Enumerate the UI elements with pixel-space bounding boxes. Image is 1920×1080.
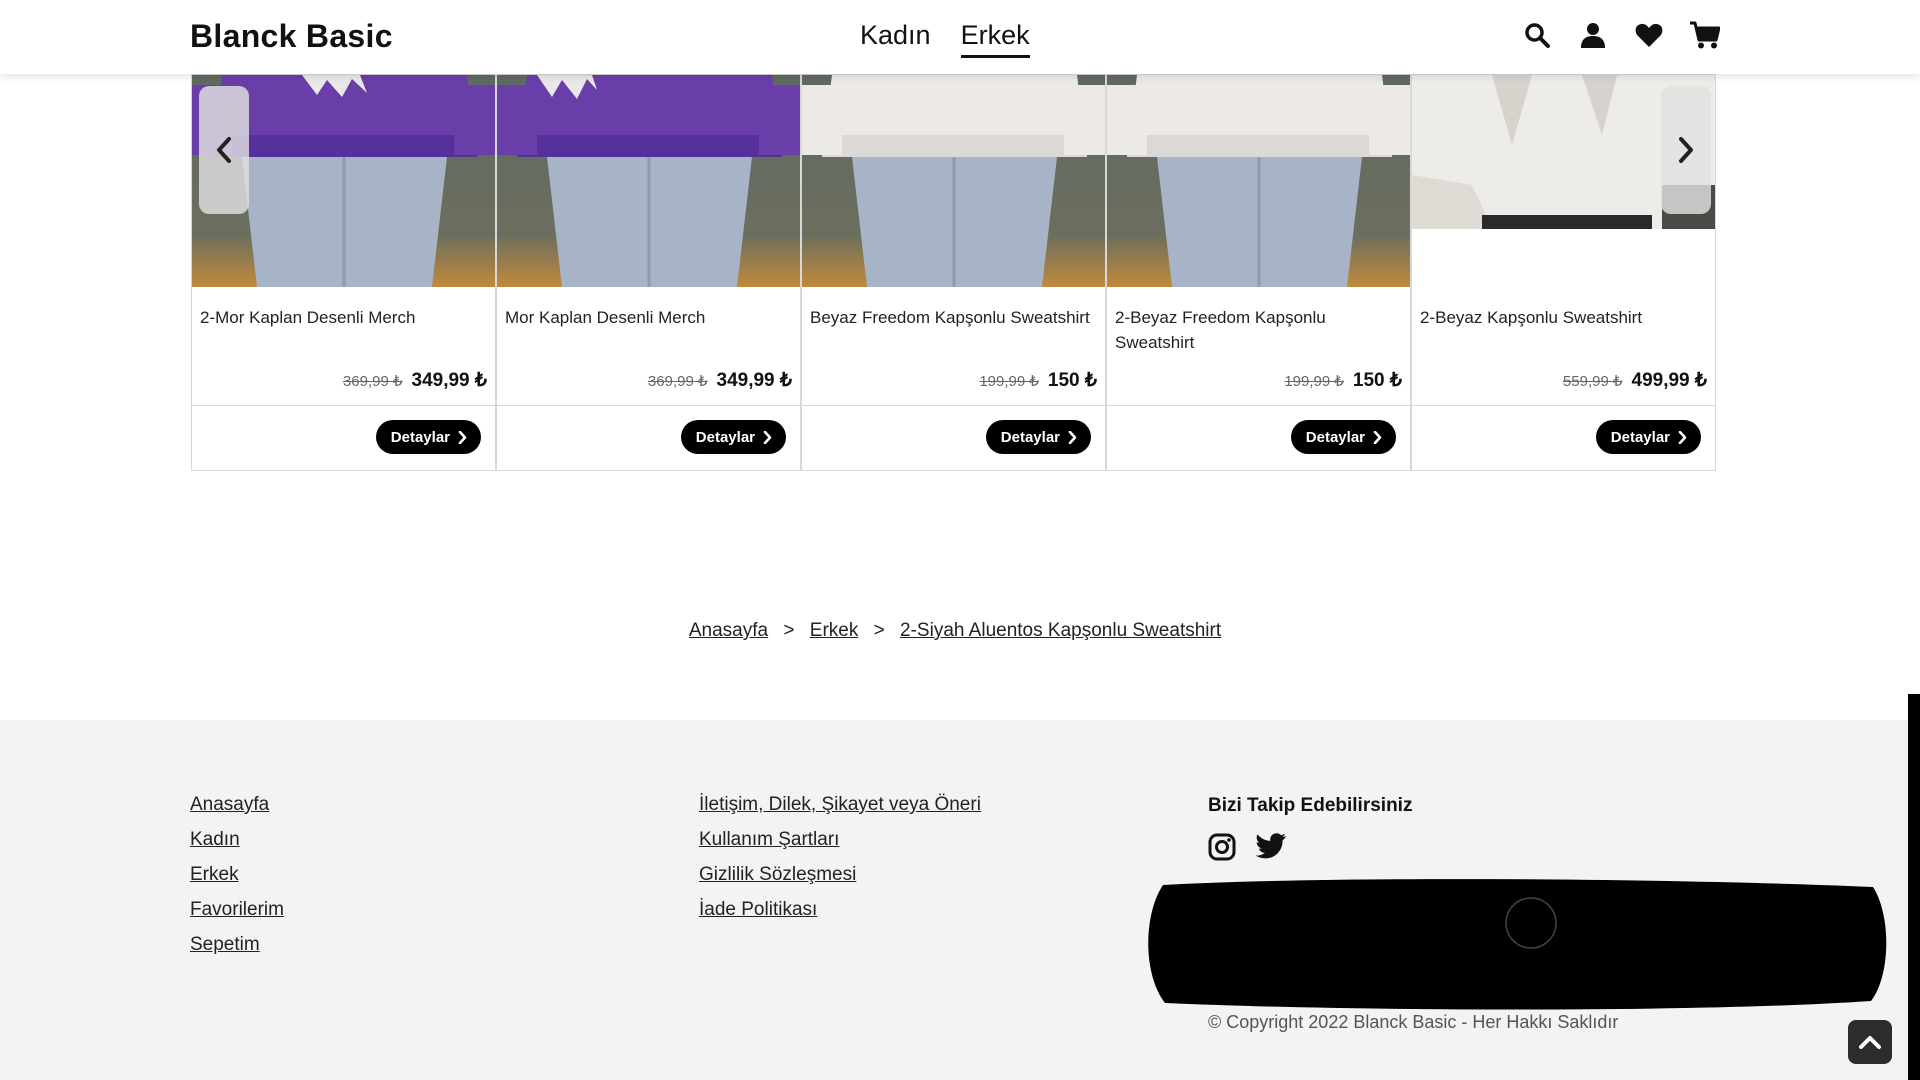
product-image[interactable]	[802, 75, 1105, 287]
chevron-right-icon	[1068, 430, 1077, 444]
footer-link-erkek[interactable]: Erkek	[190, 862, 284, 887]
header-icons	[1522, 20, 1720, 50]
cart-icon[interactable]	[1690, 20, 1720, 50]
product-card[interactable]: Mor Kaplan Desenli Merch 369,99 ₺ 349,99…	[496, 74, 801, 471]
breadcrumb: Anasayfa > Erkek > 2-Siyah Aluentos Kapş…	[0, 620, 1910, 642]
chevron-right-icon	[1678, 430, 1687, 444]
divider	[497, 405, 800, 406]
chevron-right-icon	[763, 430, 772, 444]
twitter-icon[interactable]	[1256, 833, 1286, 863]
breadcrumb-current[interactable]: 2-Siyah Aluentos Kapşonlu Sweatshirt	[900, 620, 1221, 641]
main-nav: Kadın Erkek	[860, 20, 1030, 58]
divider	[1107, 405, 1410, 406]
carousel-next-button[interactable]	[1661, 86, 1711, 214]
product-prices: 369,99 ₺ 349,99 ₺	[343, 369, 487, 392]
product-prices: 559,99 ₺ 499,99 ₺	[1563, 369, 1707, 392]
product-image[interactable]	[497, 75, 800, 287]
details-button[interactable]: Detaylar	[375, 420, 481, 454]
instagram-icon[interactable]	[1208, 833, 1238, 863]
old-price: 369,99 ₺	[342, 373, 403, 390]
copyright-text: © Copyright 2022 Blanck Basic - Her Hakk…	[1208, 1012, 1619, 1032]
breadcrumb-separator: >	[783, 620, 795, 641]
heart-icon[interactable]	[1634, 20, 1664, 50]
product-image[interactable]	[1107, 75, 1410, 287]
breadcrumb-category[interactable]: Erkek	[810, 620, 859, 641]
follow-title: Bizi Takip Edebilirsiniz	[1208, 795, 1413, 816]
footer-link-returns[interactable]: İade Politikası	[699, 897, 981, 922]
price: 150 ₺	[1047, 370, 1097, 391]
price: 499,99 ₺	[1631, 370, 1707, 391]
details-button-label: Detaylar	[1610, 428, 1670, 446]
user-icon[interactable]	[1578, 20, 1608, 50]
footer-link-terms[interactable]: Kullanım Şartları	[699, 827, 981, 852]
nav-link-erkek[interactable]: Erkek	[960, 20, 1030, 58]
divider	[802, 405, 1105, 406]
old-price: 369,99 ₺	[647, 373, 708, 390]
price: 349,99 ₺	[716, 370, 792, 391]
product-name[interactable]: Mor Kaplan Desenli Merch	[505, 305, 790, 330]
details-button-label: Detaylar	[390, 428, 450, 446]
price: 349,99 ₺	[411, 370, 487, 391]
product-card[interactable]: Beyaz Freedom Kapşonlu Sweatshirt 199,99…	[801, 74, 1106, 471]
search-icon[interactable]	[1522, 20, 1552, 50]
product-name[interactable]: Beyaz Freedom Kapşonlu Sweatshirt	[810, 305, 1095, 330]
product-name[interactable]: 2-Beyaz Freedom Kapşonlu Sweatshirt	[1115, 305, 1400, 355]
divider	[1412, 405, 1715, 406]
footer-link-kadin[interactable]: Kadın	[190, 827, 284, 852]
details-button-label: Detaylar	[695, 428, 755, 446]
product-prices: 199,99 ₺ 150 ₺	[1284, 369, 1402, 392]
page: Blanck Basic Kadın Erkek 2-Mor Kaplan De…	[0, 0, 1920, 1080]
footer-link-privacy[interactable]: Gizlilik Sözleşmesi	[699, 862, 981, 887]
site-footer: Anasayfa Kadın Erkek Favorilerim Sepetim…	[0, 720, 1908, 1080]
nav-link-kadin[interactable]: Kadın	[860, 20, 931, 58]
chevron-left-icon	[217, 137, 231, 163]
site-header: Blanck Basic Kadın Erkek	[0, 0, 1920, 74]
product-name[interactable]: 2-Mor Kaplan Desenli Merch	[200, 305, 485, 330]
divider	[192, 405, 495, 406]
chevron-right-icon	[1373, 430, 1382, 444]
old-price: 199,99 ₺	[979, 373, 1039, 390]
breadcrumb-separator: >	[873, 620, 885, 641]
details-button[interactable]: Detaylar	[680, 420, 786, 454]
social-links	[1208, 833, 1286, 863]
footer-link-contact[interactable]: İletişim, Dilek, Şikayet veya Öneri	[699, 792, 981, 817]
footer-link-sepetim[interactable]: Sepetim	[190, 932, 284, 957]
product-card[interactable]: 2-Beyaz Freedom Kapşonlu Sweatshirt 199,…	[1106, 74, 1411, 471]
chevron-right-icon	[458, 430, 467, 444]
details-button-label: Detaylar	[1305, 428, 1365, 446]
details-button[interactable]: Detaylar	[985, 420, 1091, 454]
chevron-up-icon	[1859, 1036, 1881, 1049]
price: 150 ₺	[1352, 370, 1402, 391]
chevron-right-icon	[1679, 137, 1693, 163]
footer-link-anasayfa[interactable]: Anasayfa	[190, 792, 284, 817]
product-name[interactable]: 2-Beyaz Kapşonlu Sweatshirt	[1420, 305, 1705, 330]
details-button[interactable]: Detaylar	[1290, 420, 1396, 454]
footer-links-main: Anasayfa Kadın Erkek Favorilerim Sepetim	[190, 792, 284, 957]
brand-logo[interactable]: Blanck Basic	[190, 18, 393, 55]
scroll-edge-bar	[1908, 694, 1920, 1080]
details-button-label: Detaylar	[1000, 428, 1060, 446]
carousel-prev-button[interactable]	[199, 86, 249, 214]
product-prices: 369,99 ₺ 349,99 ₺	[648, 369, 792, 392]
back-to-top-button[interactable]	[1848, 1020, 1892, 1064]
footer-link-favorilerim[interactable]: Favorilerim	[190, 897, 284, 922]
details-button[interactable]: Detaylar	[1595, 420, 1701, 454]
product-prices: 199,99 ₺ 150 ₺	[979, 369, 1097, 392]
footer-links-info: İletişim, Dilek, Şikayet veya Öneri Kull…	[699, 792, 981, 922]
old-price: 559,99 ₺	[1562, 373, 1623, 390]
breadcrumb-home[interactable]: Anasayfa	[689, 620, 768, 641]
product-carousel: 2-Mor Kaplan Desenli Merch 369,99 ₺ 349,…	[191, 74, 1718, 471]
redaction-scribble	[1148, 879, 1887, 1010]
old-price: 199,99 ₺	[1284, 373, 1344, 390]
